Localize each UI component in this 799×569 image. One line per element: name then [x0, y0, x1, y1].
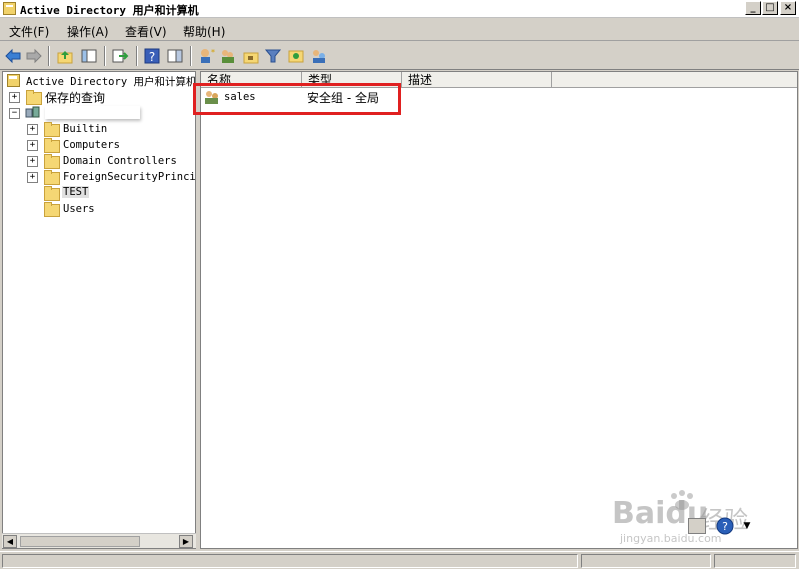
new-user-icon[interactable]: *	[197, 47, 215, 65]
column-header-description[interactable]: 描述	[402, 72, 552, 88]
tree-item-label: Users	[63, 203, 95, 215]
tree-item-label: TEST	[62, 186, 90, 198]
menu-help[interactable]: 帮助(H)	[183, 23, 225, 40]
folder-icon	[44, 122, 60, 137]
filter-icon[interactable]	[264, 47, 282, 65]
toolbar: ? *	[0, 42, 799, 70]
tree-item-label: 保存的查询	[45, 91, 106, 105]
status-pane-3	[714, 554, 796, 568]
paw-icon	[671, 490, 693, 510]
details-pane[interactable]: 名称 类型 描述 sales 安全组 - 全局	[200, 71, 798, 549]
highlight-annotation	[193, 83, 401, 115]
svg-text:?: ?	[149, 50, 155, 64]
export-list-icon[interactable]	[111, 47, 129, 65]
status-bar	[0, 551, 799, 569]
tree-item-label: Domain Controllers	[63, 155, 177, 167]
window-title: Active Directory 用户和计算机	[20, 4, 199, 17]
watermark-url: jingyan.baidu.com	[620, 532, 722, 545]
new-ou-icon[interactable]	[242, 47, 260, 65]
expand-icon[interactable]: +	[27, 140, 38, 151]
expand-icon[interactable]: +	[9, 92, 20, 103]
expand-icon[interactable]: +	[27, 124, 38, 135]
toolbar-separator	[104, 46, 106, 66]
ou-folder-icon	[44, 154, 60, 169]
back-arrow-icon[interactable]	[4, 47, 22, 65]
maximize-button[interactable]: □	[762, 1, 778, 15]
dropdown-arrow-icon[interactable]: ▼	[740, 518, 754, 534]
collapse-icon[interactable]: −	[9, 108, 20, 119]
ad-console-icon	[7, 74, 20, 87]
toolbar-separator	[48, 46, 50, 66]
minimize-button[interactable]: _	[745, 1, 761, 15]
tree-item-label: Computers	[63, 139, 120, 151]
tree-item-foreign-security-principals[interactable]: + ForeignSecurityPrincip	[25, 169, 195, 185]
keyboard-icon[interactable]	[688, 518, 706, 534]
tree-item-label	[45, 106, 140, 119]
menu-view[interactable]: 查看(V)	[125, 23, 167, 40]
console-tree[interactable]: Active Directory 用户和计算机 + 保存的查询 − + Buil…	[2, 71, 196, 549]
close-button[interactable]: ×	[780, 1, 796, 15]
tree-item-label: ForeignSecurityPrincip	[63, 171, 195, 183]
status-pane-2	[581, 554, 711, 568]
ou-folder-icon	[44, 186, 60, 201]
folder-icon	[26, 90, 42, 105]
svg-text:*: *	[211, 48, 215, 57]
menu-file[interactable]: 文件(F)	[9, 23, 49, 40]
help-circle-icon[interactable]: ?	[716, 517, 734, 535]
menu-action[interactable]: 操作(A)	[67, 23, 109, 40]
add-to-group-icon[interactable]	[287, 47, 305, 65]
forward-arrow-icon[interactable]	[25, 47, 43, 65]
menu-bar: 文件(F) 操作(A) 查看(V) 帮助(H)	[0, 19, 799, 41]
expand-icon[interactable]: +	[27, 156, 38, 167]
app-icon	[3, 2, 16, 15]
tree-root-label: Active Directory 用户和计算机	[26, 76, 197, 88]
up-folder-icon[interactable]	[56, 47, 74, 65]
expand-icon[interactable]: +	[27, 172, 38, 183]
folder-icon	[44, 202, 60, 217]
svg-text:?: ?	[722, 520, 728, 533]
help-icon[interactable]: ?	[143, 47, 161, 65]
tree-item-label: Builtin	[63, 123, 108, 135]
scroll-right-button[interactable]: ▶	[179, 535, 193, 548]
tree-item-saved-queries[interactable]: + 保存的查询	[7, 89, 197, 105]
scroll-thumb[interactable]	[20, 536, 140, 547]
toolbar-separator	[190, 46, 192, 66]
folder-icon	[44, 170, 60, 185]
domain-icon	[25, 106, 40, 118]
scroll-left-button[interactable]: ◀	[3, 535, 17, 548]
folder-icon	[44, 138, 60, 153]
horizontal-scrollbar[interactable]: ◀ ▶	[2, 533, 196, 548]
show-hide-icon[interactable]	[166, 47, 184, 65]
column-header-filler	[552, 72, 797, 88]
delegate-icon[interactable]	[310, 47, 328, 65]
console-tree-icon[interactable]	[80, 47, 98, 65]
new-group-icon[interactable]	[219, 47, 237, 65]
status-pane-main	[2, 554, 578, 568]
toolbar-separator	[136, 46, 138, 66]
tree-item-domain[interactable]: −	[7, 105, 197, 121]
title-bar: Active Directory 用户和计算机 _ □ ×	[0, 0, 799, 18]
